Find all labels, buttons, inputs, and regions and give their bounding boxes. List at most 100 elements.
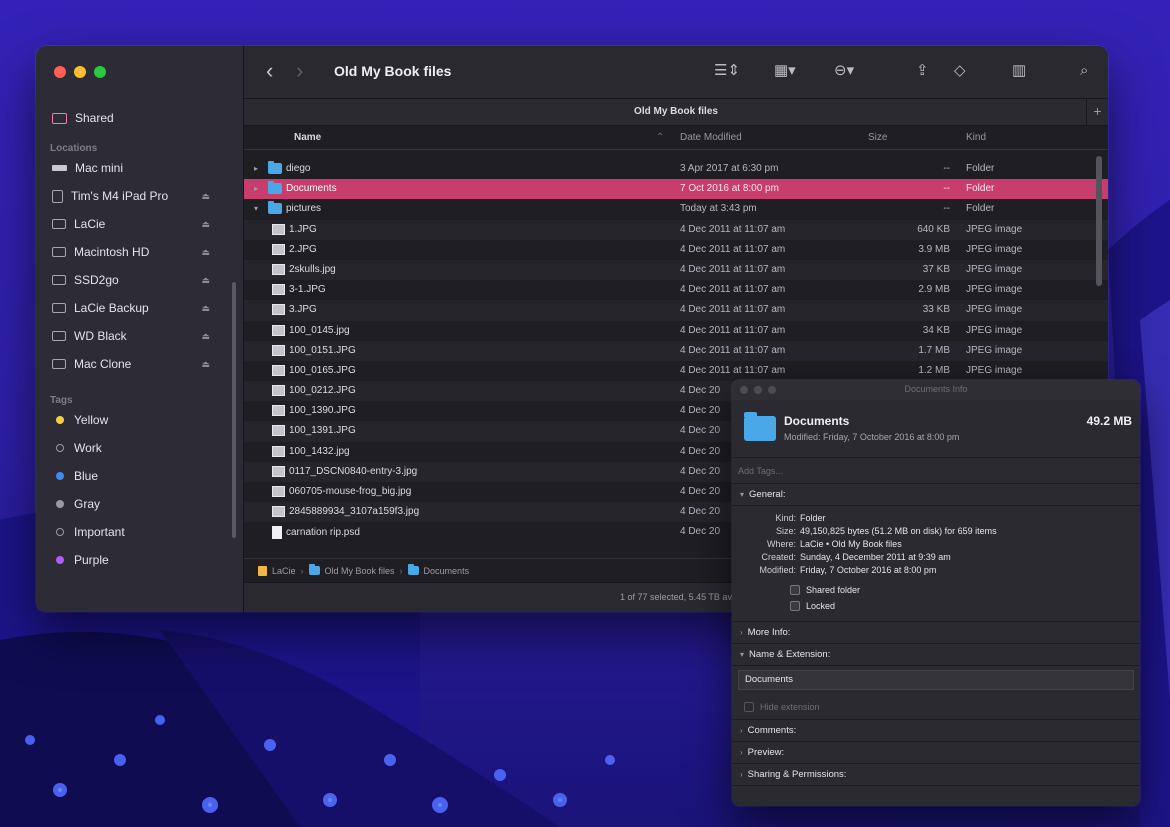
table-row[interactable]: 2.JPG 4 Dec 2011 at 11:07 am 3.9 MB JPEG im… (244, 240, 1108, 260)
action-menu-icon[interactable]: ⊖▾ (834, 62, 854, 80)
sidebar-item-tag[interactable]: Purple (36, 546, 244, 574)
table-row[interactable]: 100_0151.JPG 4 Dec 2011 at 11:07 am 1.7 MB… (244, 340, 1108, 361)
table-row[interactable]: ▸ diego 3 Apr 2017 at 6:30 pm -- Folder (244, 159, 1108, 179)
path-segment[interactable]: Documents (424, 566, 470, 576)
sidebar-item-location[interactable]: SSD2go ⏏ (36, 266, 244, 294)
disclosure-right-icon[interactable]: ▸ (254, 164, 264, 173)
eject-icon[interactable]: ⏏ (201, 331, 210, 342)
eject-icon[interactable]: ⏏ (201, 359, 210, 370)
sidebar-item-location[interactable]: Macintosh HD ⏏ (36, 238, 244, 266)
image-file-icon (272, 304, 285, 316)
date-modified-cell: 4 Dec 2011 at 11:07 am (680, 304, 786, 316)
hide-extension-checkbox[interactable]: Hide extension (732, 694, 1140, 720)
file-name-cell: 060705-mouse-frog_big.jpg (272, 486, 411, 497)
sidebar-item-label: Tim's M4 iPad Pro (71, 189, 169, 203)
sidebar-item-tag[interactable]: Gray (36, 490, 244, 518)
path-segment[interactable]: Old My Book files (325, 566, 395, 576)
column-kind-header[interactable]: Kind (966, 132, 986, 143)
eject-icon[interactable]: ⏏ (201, 247, 210, 258)
tags-field[interactable]: Add Tags... (732, 458, 1140, 484)
date-modified-cell: 4 Dec 2011 at 11:07 am (680, 284, 786, 296)
drive-icon (52, 247, 66, 257)
shared-folder-checkbox[interactable]: Shared folder (790, 585, 1140, 595)
eject-icon[interactable]: ⏏ (201, 219, 210, 230)
sidebar-item-location[interactable]: Mac mini (36, 154, 244, 182)
zoom-button[interactable] (94, 66, 106, 78)
table-row[interactable]: 1.JPG 4 Dec 2011 at 11:07 am 640 KB JPEG im… (244, 219, 1108, 240)
name-extension-section-toggle[interactable]: ▾ Name & Extension: (732, 644, 1140, 666)
table-row[interactable]: 2skulls.jpg 4 Dec 2011 at 11:07 am 37 KB JP… (244, 259, 1108, 281)
checkbox-box (790, 601, 800, 611)
column-date-header[interactable]: Date Modified (680, 132, 742, 143)
name-field[interactable]: Documents (738, 670, 1134, 690)
sidebar-item-label: LaCie Backup (74, 301, 149, 315)
sort-chevron-icon: ⌃ (656, 132, 665, 143)
eject-icon[interactable]: ⏏ (201, 191, 210, 202)
table-row[interactable]: ▾ pictures Today at 3:43 pm -- Folder (244, 199, 1108, 219)
table-row[interactable]: 3.JPG 4 Dec 2011 at 11:07 am 33 KB JPEG ima… (244, 300, 1108, 321)
trash-icon[interactable]: ▥ (1012, 62, 1026, 80)
minimize-button[interactable] (74, 66, 86, 78)
comments-section-toggle[interactable]: › Comments: (732, 720, 1140, 742)
new-tab-button[interactable]: + (1086, 98, 1108, 126)
table-row[interactable]: 100_0165.JPG 4 Dec 2011 at 11:07 am 1.2 MB… (244, 361, 1108, 381)
folder-icon (268, 161, 282, 174)
file-name: 100_0145.jpg (289, 324, 350, 336)
sidebar-item-shared[interactable]: Shared (36, 104, 244, 132)
mac-icon (52, 165, 67, 171)
share-icon[interactable]: ⇪ (916, 62, 929, 80)
list-view-icon[interactable]: ☰⇕ (714, 62, 740, 80)
sidebar-scrollbar[interactable] (232, 282, 236, 538)
column-size-header[interactable]: Size (868, 132, 887, 143)
sidebar-item-tag[interactable]: Yellow (36, 406, 244, 434)
sidebar-item-location[interactable]: Tim's M4 iPad Pro ⏏ (36, 182, 244, 210)
group-icon[interactable]: ▦▾ (774, 62, 796, 80)
forward-icon[interactable]: › (296, 60, 303, 82)
eject-icon[interactable]: ⏏ (201, 303, 210, 314)
table-row[interactable]: 100_0145.jpg 4 Dec 2011 at 11:07 am 34 KB J… (244, 321, 1108, 341)
tablet-icon (52, 189, 63, 203)
info-item-name: Documents (784, 414, 850, 428)
image-file-icon (272, 486, 285, 497)
tab-title[interactable]: Old My Book files (244, 98, 1108, 126)
sidebar-item-location[interactable]: Mac Clone ⏏ (36, 350, 244, 378)
sharing-section-toggle[interactable]: › Sharing & Permissions: (732, 764, 1140, 786)
sidebar-item-tag[interactable]: Important (36, 518, 244, 546)
file-name-cell: ▸ diego (254, 161, 310, 174)
sidebar-item-location[interactable]: LaCie Backup ⏏ (36, 294, 244, 322)
column-name-header[interactable]: Name (294, 132, 321, 143)
close-button[interactable] (54, 66, 66, 78)
search-icon[interactable]: ⌕ (1080, 62, 1088, 80)
general-section-toggle[interactable]: ▾ General: (732, 484, 1140, 506)
date-modified-cell: 4 Dec 20 (680, 385, 721, 397)
disclosure-down-icon[interactable]: ▾ (254, 204, 264, 213)
file-list-scrollbar[interactable] (1096, 156, 1102, 286)
tag-icon[interactable]: ◇ (954, 62, 966, 80)
disclosure-right-icon: › (740, 748, 743, 757)
locked-checkbox[interactable]: Locked (790, 601, 1140, 611)
file-name-cell: 2845889934_3107a159f3.jpg (272, 506, 419, 518)
more-info-section-toggle[interactable]: › More Info: (732, 622, 1140, 644)
info-item-size: 49.2 MB (1086, 414, 1132, 428)
file-name-cell: 100_1432.jpg (272, 445, 350, 457)
table-row[interactable]: ▸ Documents 7 Oct 2016 at 8:00 pm -- Folder (244, 179, 1108, 200)
size-cell: 37 KB (922, 263, 950, 275)
sidebar-list: Shared Locations Mac mini Tim's M4 iPad P… (36, 104, 244, 574)
property-label: Size: (775, 526, 796, 536)
sidebar-item-location[interactable]: WD Black ⏏ (36, 322, 244, 350)
property-label: Where: (766, 539, 796, 549)
kind-cell: JPEG image (966, 364, 1023, 376)
sidebar-item-tag[interactable]: Blue (36, 462, 244, 490)
path-segment[interactable]: LaCie (272, 566, 296, 576)
preview-section-toggle[interactable]: › Preview: (732, 742, 1140, 764)
eject-icon[interactable]: ⏏ (201, 275, 210, 286)
date-modified-cell: 4 Dec 2011 at 11:07 am (680, 223, 786, 235)
file-name: Documents (286, 183, 337, 195)
table-row[interactable]: 3-1.JPG 4 Dec 2011 at 11:07 am 2.9 MB JPEG … (244, 280, 1108, 300)
info-property-row: Size: 49,150,825 bytes (51.2 MB on disk) … (732, 525, 1140, 538)
sidebar-item-location[interactable]: LaCie ⏏ (36, 210, 244, 238)
drive-icon (52, 359, 66, 369)
sidebar-item-tag[interactable]: Work (36, 434, 244, 462)
back-icon[interactable]: ‹ (266, 60, 273, 82)
disclosure-right-icon[interactable]: ▸ (254, 184, 264, 193)
